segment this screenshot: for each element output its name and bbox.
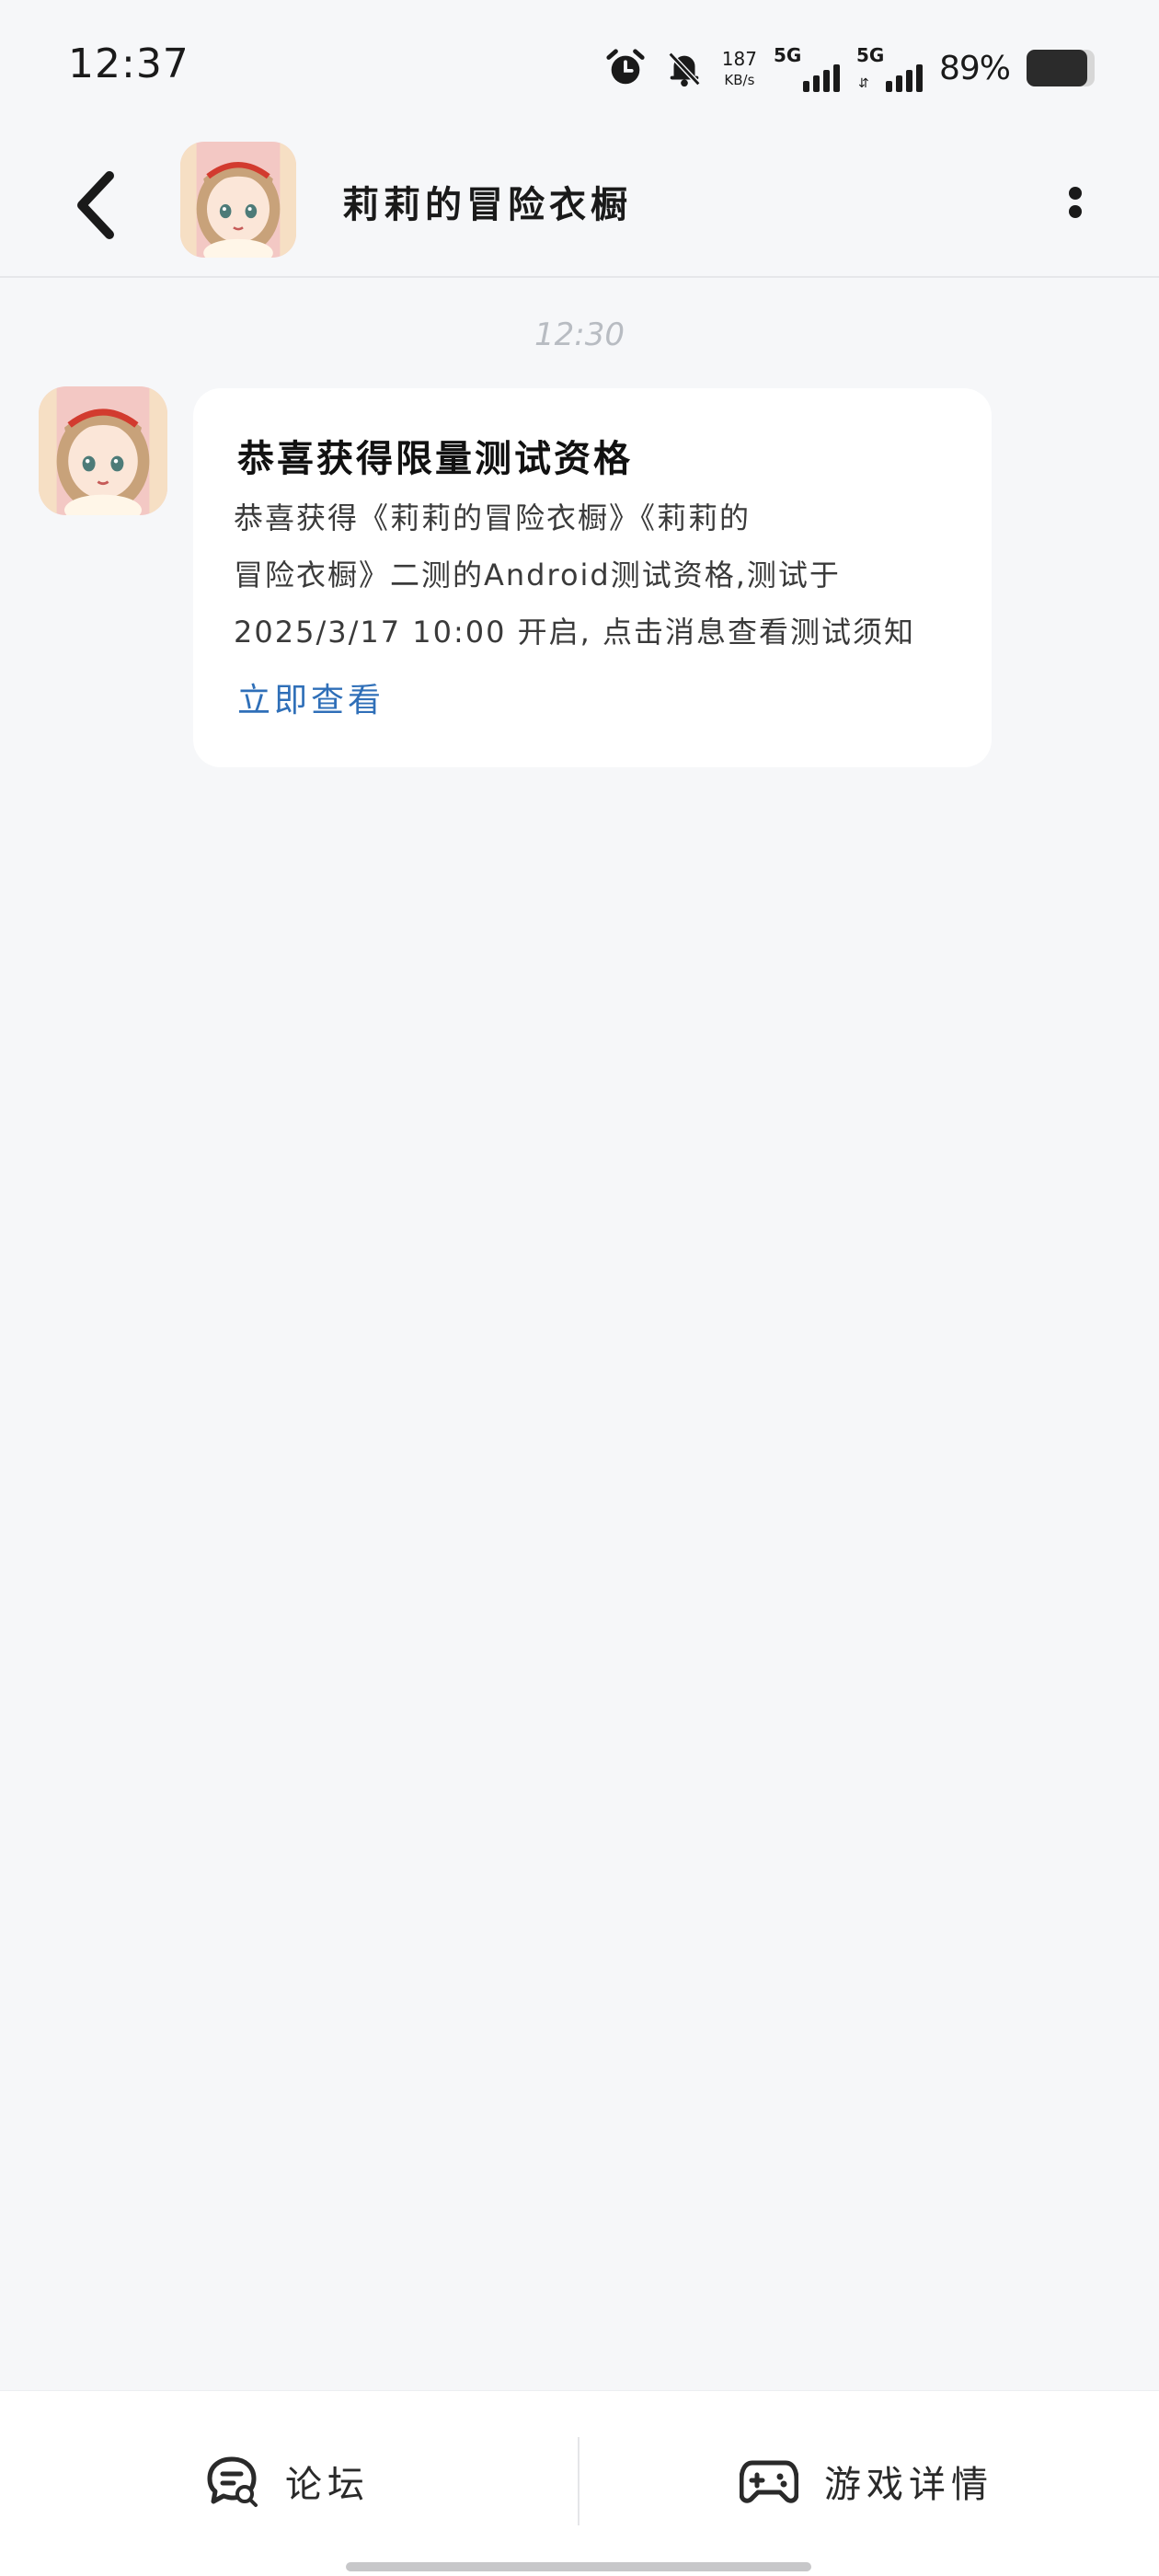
- gamepad-icon: [740, 2460, 798, 2503]
- bottom-action-bar: 论坛 游戏详情: [0, 2390, 1159, 2576]
- sender-avatar[interactable]: [39, 386, 167, 515]
- back-button[interactable]: [59, 164, 132, 247]
- game-details-button[interactable]: 游戏详情: [740, 2444, 993, 2518]
- page-title: 莉莉的冒险衣橱: [342, 184, 632, 226]
- message-timestamp: 12:30: [534, 316, 625, 353]
- message-body-line: 恭喜获得《莉莉的冒险衣橱》《莉莉的: [234, 500, 752, 535]
- battery-icon: [1027, 50, 1095, 86]
- battery-fill: [1027, 50, 1087, 86]
- more-options-button[interactable]: [1043, 166, 1107, 239]
- network-speed-unit: KB/s: [724, 71, 755, 88]
- home-indicator[interactable]: [346, 2562, 811, 2571]
- forum-chat-icon: [207, 2456, 258, 2507]
- signal-2-label: 5G: [855, 44, 885, 66]
- message-body-line: 冒险衣橱》二测的Android测试资格,测试于: [234, 558, 841, 592]
- message-title: 恭喜获得限量测试资格: [237, 438, 633, 480]
- bottom-divider: [578, 2437, 580, 2525]
- status-icons: 187 KB/s 5G 5G ⇵ 89%: [604, 40, 1095, 96]
- forum-button[interactable]: 论坛: [204, 2444, 370, 2518]
- signal-strength-2: 5G ⇵: [856, 44, 923, 92]
- bell-muted-icon: [668, 52, 701, 87]
- game-details-label: 游戏详情: [824, 2464, 993, 2506]
- message-body: 恭喜获得《莉莉的冒险衣橱》《莉莉的 冒险衣橱》二测的Android测试资格,测试…: [234, 489, 960, 661]
- network-speed-value: 187: [721, 47, 757, 70]
- data-transfer-icon: ⇵: [857, 76, 869, 91]
- message-card[interactable]: 恭喜获得限量测试资格 恭喜获得《莉莉的冒险衣橱》《莉莉的 冒险衣橱》二测的And…: [193, 388, 992, 767]
- app-screen: 12:37 187 KB/s 5G 5G ⇵ 89% 莉莉的冒险衣橱 12:30…: [0, 0, 1159, 2576]
- signal-1-label: 5G: [773, 44, 802, 66]
- signal-bars-icon: [802, 64, 840, 92]
- more-vertical-icon: [1069, 187, 1082, 218]
- game-avatar[interactable]: [180, 142, 296, 258]
- back-chevron-icon: [77, 171, 114, 239]
- alarm-icon: [606, 49, 645, 85]
- chat-header: 莉莉的冒险衣橱: [0, 129, 1159, 278]
- girl-avatar-icon: [39, 386, 167, 515]
- signal-strength-1: 5G: [774, 44, 840, 92]
- battery-percent: 89%: [938, 49, 1011, 87]
- view-now-link[interactable]: 立即查看: [237, 673, 384, 721]
- status-bar: 12:37 187 KB/s 5G 5G ⇵ 89%: [0, 0, 1159, 129]
- signal-bars-icon: [885, 64, 923, 92]
- forum-label: 论坛: [285, 2464, 370, 2506]
- message-body-line: 2025/3/17 10:00 开启, 点击消息查看测试须知: [234, 615, 915, 650]
- girl-avatar-icon: [180, 142, 296, 258]
- status-time: 12:37: [68, 40, 189, 87]
- network-speed: 187 KB/s: [722, 50, 757, 87]
